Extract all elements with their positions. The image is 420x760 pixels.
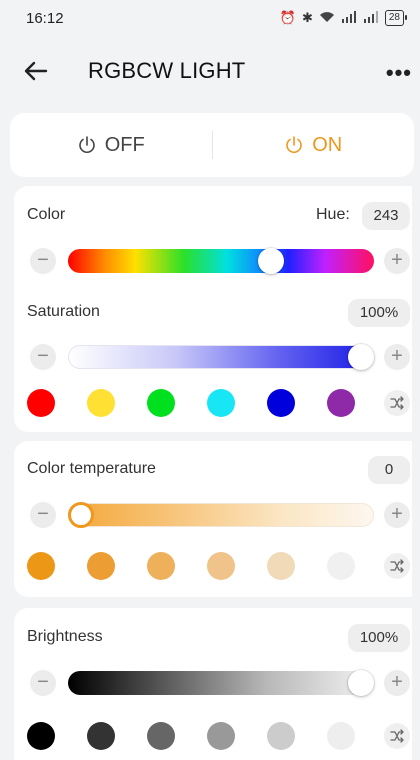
color-temperature-label: Color temperature <box>27 460 156 477</box>
saturation-slider[interactable] <box>68 345 374 369</box>
saturation-value[interactable]: 100% <box>348 299 410 327</box>
status-time: 16:12 <box>26 9 64 27</box>
status-bar: 16:12 ⏰ ✱ 28 <box>0 0 420 36</box>
color-temperature-value[interactable]: 0 <box>368 456 410 484</box>
brightness-preset-swatch-6[interactable] <box>327 722 355 750</box>
battery-indicator: 28 <box>384 10 408 26</box>
temperature-minus-button[interactable]: − <box>30 502 56 528</box>
signal-icon <box>341 10 357 26</box>
brightness-minus-button[interactable]: − <box>30 670 56 696</box>
color-temperature-slider-thumb[interactable] <box>68 502 94 528</box>
saturation-label: Saturation <box>27 303 100 320</box>
hue-plus-button[interactable]: + <box>384 248 410 274</box>
brightness-preset-swatch-1[interactable] <box>27 722 55 750</box>
temperature-shuffle-icon[interactable] <box>384 553 410 579</box>
color-preset-swatch-3[interactable] <box>147 389 175 417</box>
back-arrow-icon[interactable] <box>24 58 50 84</box>
status-icons: ⏰ ✱ 28 <box>279 10 408 26</box>
color-preset-swatch-1[interactable] <box>27 389 55 417</box>
brightness-shuffle-icon[interactable] <box>384 723 410 749</box>
saturation-plus-button[interactable]: + <box>384 344 410 370</box>
brightness-preset-swatch-2[interactable] <box>87 722 115 750</box>
temperature-preset-swatch-5[interactable] <box>267 552 295 580</box>
color-preset-swatch-5[interactable] <box>267 389 295 417</box>
color-preset-swatch-4[interactable] <box>207 389 235 417</box>
temperature-preset-swatch-1[interactable] <box>27 552 55 580</box>
power-card: OFF ON <box>10 113 414 177</box>
brightness-plus-button[interactable]: + <box>384 670 410 696</box>
temperature-plus-button[interactable]: + <box>384 502 410 528</box>
power-icon <box>78 136 95 153</box>
signal-icon-2 <box>363 10 379 26</box>
power-on-button[interactable]: ON <box>213 113 415 177</box>
temperature-preset-swatch-2[interactable] <box>87 552 115 580</box>
power-on-label: ON <box>312 133 343 156</box>
brightness-card: Brightness 100% − + <box>14 608 412 760</box>
color-card: Color Hue: 243 − + Saturation 100% − + <box>14 186 412 432</box>
brightness-preset-swatch-3[interactable] <box>147 722 175 750</box>
hue-slider[interactable] <box>68 249 374 273</box>
power-icon <box>286 136 303 153</box>
color-label: Color <box>27 206 66 223</box>
bluetooth-icon: ✱ <box>301 10 313 25</box>
alarm-icon: ⏰ <box>279 10 296 25</box>
saturation-slider-thumb[interactable] <box>348 344 374 370</box>
temperature-preset-swatch-3[interactable] <box>147 552 175 580</box>
wifi-icon <box>319 11 335 26</box>
hue-minus-button[interactable]: − <box>30 248 56 274</box>
color-preset-swatch-6[interactable] <box>327 389 355 417</box>
brightness-preset-swatch-5[interactable] <box>267 722 295 750</box>
color-temperature-slider[interactable] <box>68 503 374 527</box>
brightness-value[interactable]: 100% <box>348 624 410 652</box>
page-title: RGBCW LIGHT <box>88 58 246 83</box>
power-off-label: OFF <box>104 133 145 156</box>
app-bar: RGBCW LIGHT ••• <box>0 36 420 106</box>
power-off-button[interactable]: OFF <box>10 113 212 177</box>
brightness-preset-swatch-4[interactable] <box>207 722 235 750</box>
brightness-label: Brightness <box>27 628 103 645</box>
brightness-slider-thumb[interactable] <box>348 670 374 696</box>
hue-label: Hue: <box>316 206 350 223</box>
hue-value[interactable]: 243 <box>362 202 410 230</box>
brightness-slider[interactable] <box>68 671 374 695</box>
saturation-minus-button[interactable]: − <box>30 344 56 370</box>
color-temperature-card: Color temperature 0 − + <box>14 441 412 597</box>
color-preset-swatch-2[interactable] <box>87 389 115 417</box>
temperature-preset-swatch-6[interactable] <box>327 552 355 580</box>
temperature-preset-swatch-4[interactable] <box>207 552 235 580</box>
color-shuffle-icon[interactable] <box>384 390 410 416</box>
more-options-icon[interactable]: ••• <box>386 60 412 86</box>
